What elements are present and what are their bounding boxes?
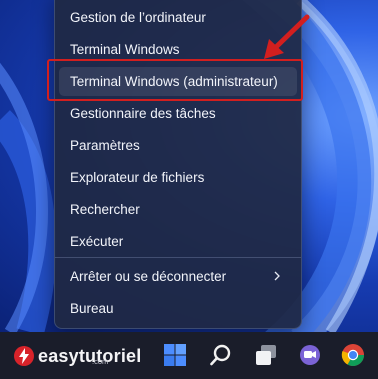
menu-item-search[interactable]: Rechercher [59, 195, 297, 224]
menu-item-label: Arrêter ou se déconnecter [70, 269, 227, 284]
brand-name: easytutoriel [38, 345, 142, 366]
menu-item-label: Gestionnaire des tâches [70, 106, 216, 121]
annotation-arrow-icon [264, 14, 310, 59]
chrome-icon[interactable] [340, 342, 366, 368]
menu-item-label: Bureau [70, 301, 114, 316]
brand-suffix: .com [92, 357, 109, 366]
menu-item-label: Rechercher [70, 202, 140, 217]
chevron-right-icon [274, 271, 280, 281]
menu-item-desktop[interactable]: Bureau [59, 294, 297, 323]
chat-icon[interactable] [296, 342, 322, 368]
menu-item-label: Paramètres [70, 138, 140, 153]
menu-item-task-manager[interactable]: Gestionnaire des tâches [59, 99, 297, 128]
menu-item-label: Terminal Windows [70, 42, 180, 57]
menu-item-file-explorer[interactable]: Explorateur de fichiers [59, 163, 297, 192]
lightning-icon [14, 346, 34, 366]
task-view-icon[interactable] [253, 342, 279, 368]
menu-item-run[interactable]: Exécuter [59, 227, 297, 256]
windows-start-icon[interactable] [162, 342, 188, 368]
search-icon[interactable] [208, 342, 234, 368]
menu-item-settings[interactable]: Paramètres [59, 131, 297, 160]
menu-divider [55, 257, 301, 258]
menu-item-label: Gestion de l’ordinateur [70, 10, 206, 25]
menu-item-label: Exécuter [70, 234, 124, 249]
annotation-highlight-box [47, 59, 303, 101]
taskbar: easytutoriel .com [0, 332, 378, 379]
menu-item-shutdown-signout[interactable]: Arrêter ou se déconnecter [59, 262, 297, 291]
brand-logo: easytutoriel [13, 342, 141, 370]
menu-item-label: Explorateur de fichiers [70, 170, 205, 185]
